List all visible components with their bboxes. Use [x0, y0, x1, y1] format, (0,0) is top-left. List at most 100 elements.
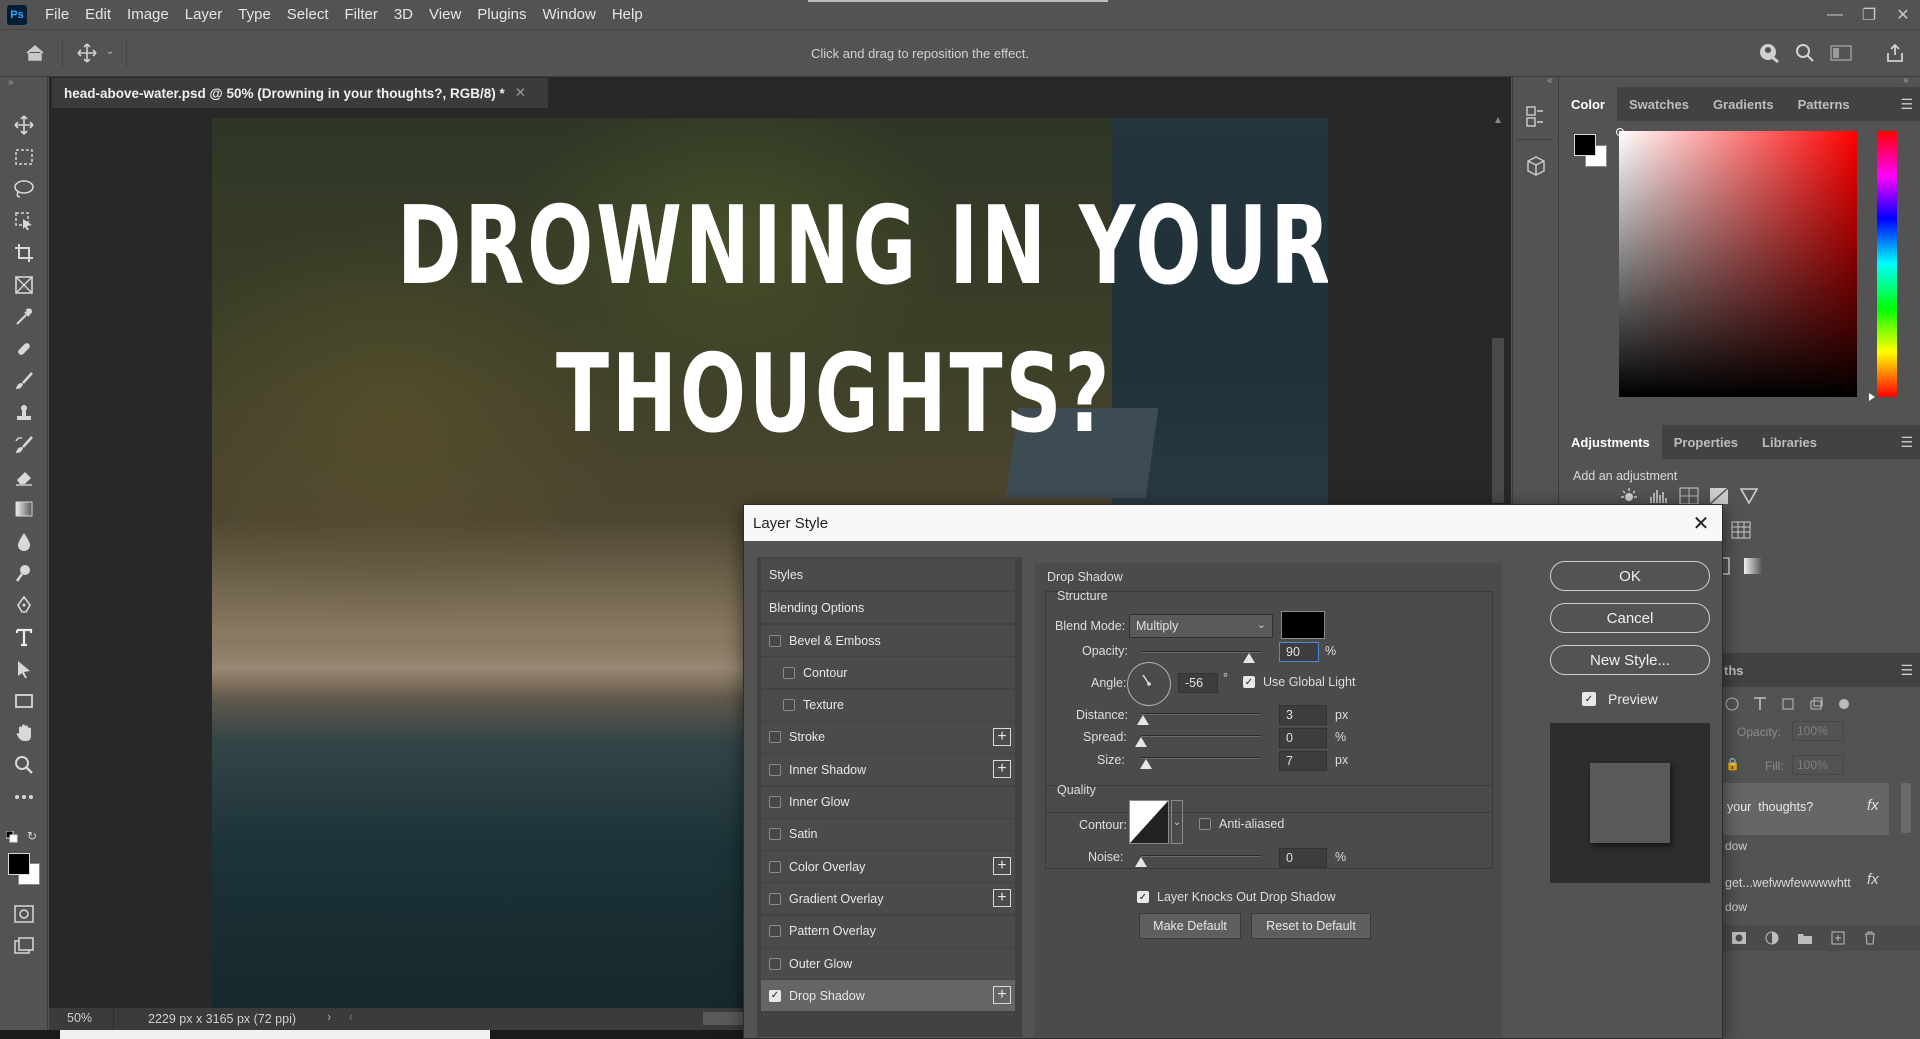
panel-menu-icon[interactable]: ☰ [1900, 96, 1913, 113]
styles-header[interactable]: Styles [761, 559, 1015, 590]
checkbox-checked-icon[interactable]: ✓ [769, 989, 781, 1002]
angle-input[interactable]: -56 [1178, 673, 1218, 693]
new-style-button[interactable]: New Style... [1550, 645, 1710, 675]
checkbox-unchecked-icon[interactable] [769, 892, 781, 905]
menu-help[interactable]: Help [604, 0, 651, 29]
tab-properties[interactable]: Properties [1662, 425, 1750, 459]
close-tab-icon[interactable]: ✕ [515, 85, 526, 101]
layers-scrollbar[interactable] [1899, 773, 1913, 943]
add-mask-icon[interactable] [1731, 931, 1747, 945]
vertical-scrollbar-thumb[interactable] [1492, 338, 1504, 503]
checkbox-unchecked-icon[interactable] [783, 666, 795, 679]
lock-icon[interactable]: 🔒 [1725, 757, 1740, 771]
share-icon[interactable] [1880, 38, 1910, 68]
swap-colors-icon[interactable]: ↻ [27, 829, 37, 843]
style-item-satin[interactable]: Satin [761, 818, 1015, 850]
taskbar-search-box[interactable] [60, 1030, 490, 1039]
blur-icon[interactable] [0, 525, 48, 557]
color-foreground-swatch[interactable] [1574, 134, 1596, 156]
checkbox-unchecked-icon[interactable] [769, 763, 781, 776]
filter-smart-object-icon[interactable] [1809, 697, 1823, 711]
quick-mask-icon[interactable] [14, 905, 34, 923]
add-effect-instance-icon[interactable]: + [993, 889, 1011, 908]
dodge-icon[interactable] [0, 557, 48, 589]
brush-icon[interactable] [0, 365, 48, 397]
spread-slider-thumb[interactable] [1135, 737, 1147, 747]
style-item-inner-glow[interactable]: Inner Glow [761, 786, 1015, 818]
knocks-out-checkbox[interactable]: ✓ Layer Knocks Out Drop Shadow [1137, 890, 1336, 904]
new-group-icon[interactable] [1797, 931, 1813, 945]
tab-gradients[interactable]: Gradients [1701, 87, 1786, 121]
headline-line-2[interactable]: THOUGHTS? [556, 341, 1112, 449]
path-select-icon[interactable] [0, 653, 48, 685]
style-item-inner-shadow[interactable]: Inner Shadow + [761, 754, 1015, 786]
style-item-gradient-overlay[interactable]: Gradient Overlay + [761, 883, 1015, 915]
hue-slider[interactable] [1877, 131, 1897, 397]
tab-libraries[interactable]: Libraries [1750, 425, 1829, 459]
close-dialog-icon[interactable]: ✕ [1690, 512, 1712, 535]
workspace-icon[interactable] [1826, 38, 1856, 68]
rectangle-icon[interactable] [0, 685, 48, 717]
style-item-pattern-overlay[interactable]: Pattern Overlay [761, 915, 1015, 947]
clone-stamp-icon[interactable] [0, 397, 48, 429]
spread-input[interactable]: 0 [1279, 728, 1327, 748]
preview-checkbox[interactable]: ✓ Preview [1582, 691, 1658, 707]
contour-dropdown-icon[interactable]: ⌄ [1171, 800, 1183, 844]
blending-options-item[interactable]: Blending Options [761, 592, 1015, 623]
crop-icon[interactable] [0, 237, 48, 269]
zoom-icon[interactable] [0, 749, 48, 781]
style-item-texture[interactable]: Texture [761, 689, 1015, 721]
ok-button[interactable]: OK [1550, 561, 1710, 591]
menu-view[interactable]: View [421, 0, 469, 29]
scroll-left-icon[interactable]: ‹ [349, 1010, 353, 1024]
marquee-icon[interactable] [0, 141, 48, 173]
checkbox-unchecked-icon[interactable] [769, 860, 781, 873]
spread-slider-track[interactable] [1141, 735, 1261, 737]
noise-slider-track[interactable] [1141, 855, 1261, 857]
expand-panel-icon[interactable]: » [8, 77, 14, 88]
filter-shape-icon[interactable] [1781, 697, 1795, 711]
anti-aliased-checkbox[interactable]: Anti-aliased [1199, 817, 1284, 831]
document-tab[interactable]: head-above-water.psd @ 50% (Drowning in … [52, 78, 548, 108]
menu-plugins[interactable]: Plugins [469, 0, 534, 29]
search-icon[interactable] [1790, 38, 1820, 68]
checkbox-unchecked-icon[interactable] [769, 731, 781, 744]
add-effect-instance-icon[interactable]: + [993, 727, 1011, 746]
dialog-title-bar[interactable]: Layer Style [744, 505, 1722, 541]
checkbox-unchecked-icon[interactable] [769, 957, 781, 970]
color-picker-cursor[interactable] [1616, 128, 1624, 136]
hand-icon[interactable] [0, 717, 48, 749]
style-item-outer-glow[interactable]: Outer Glow [761, 948, 1015, 979]
filter-type-icon[interactable] [1753, 697, 1767, 711]
pen-icon[interactable] [0, 589, 48, 621]
menu-select[interactable]: Select [279, 0, 337, 29]
gradient-icon[interactable] [0, 493, 48, 525]
healing-brush-icon[interactable] [0, 333, 48, 365]
make-default-button[interactable]: Make Default [1139, 913, 1241, 939]
distance-input[interactable]: 3 [1279, 705, 1327, 725]
tab-patterns[interactable]: Patterns [1786, 87, 1862, 121]
frame-icon[interactable] [0, 269, 48, 301]
menu-window[interactable]: Window [534, 0, 603, 29]
headline-line-1[interactable]: DROWNING IN YOUR [397, 193, 1328, 301]
eraser-icon[interactable] [0, 461, 48, 493]
brightness-icon[interactable] [1619, 487, 1639, 505]
noise-slider-thumb[interactable] [1135, 857, 1147, 867]
type-tool-icon[interactable] [0, 621, 48, 653]
restore-icon[interactable]: ❐ [1852, 0, 1886, 29]
menu-file[interactable]: File [37, 0, 77, 29]
panel-menu-icon[interactable]: ☰ [1900, 662, 1913, 679]
contour-picker[interactable] [1129, 800, 1169, 844]
filter-adjustment-icon[interactable] [1725, 697, 1739, 711]
3d-panel-icon[interactable] [1525, 155, 1547, 177]
distance-slider-track[interactable] [1141, 713, 1261, 715]
menu-3d[interactable]: 3D [386, 0, 421, 29]
menu-type[interactable]: Type [230, 0, 279, 29]
object-select-icon[interactable] [0, 205, 48, 237]
checkbox-unchecked-icon[interactable] [769, 925, 781, 938]
cancel-button[interactable]: Cancel [1550, 603, 1710, 633]
layer-fill-field[interactable]: 100% [1792, 755, 1844, 775]
layer-fx-icon[interactable]: fx [1867, 797, 1879, 814]
curves-icon[interactable] [1679, 487, 1699, 505]
style-item-stroke[interactable]: Stroke + [761, 721, 1015, 753]
